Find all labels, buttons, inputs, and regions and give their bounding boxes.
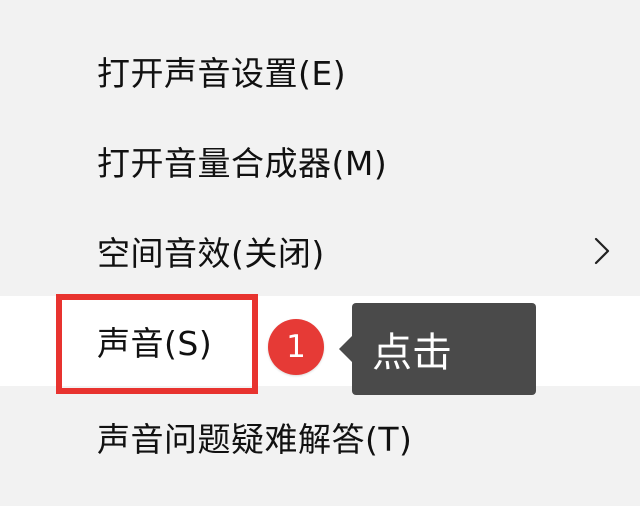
menu-item-open-sound-settings[interactable]: 打开声音设置(E): [0, 26, 640, 116]
menu-item-label: 空间音效(关闭): [97, 234, 325, 273]
menu-item-sound-troubleshoot[interactable]: 声音问题疑难解答(T): [0, 392, 640, 482]
chevron-right-icon: [594, 237, 610, 265]
tooltip-arrow: [339, 336, 352, 362]
step-badge: 1: [268, 319, 324, 375]
menu-item-label: 打开声音设置(E): [97, 54, 347, 93]
menu-item-label: 声音问题疑难解答(T): [97, 420, 413, 459]
menu-item-label: 打开音量合成器(M): [97, 144, 388, 183]
instruction-tooltip: 点击: [339, 303, 536, 395]
tooltip-text: 点击: [372, 330, 452, 376]
menu-item-open-volume-mixer[interactable]: 打开音量合成器(M): [0, 116, 640, 206]
highlight-box: [56, 294, 258, 394]
context-menu: 打开声音设置(E) 打开音量合成器(M) 空间音效(关闭) 声音(S) 声音问题…: [0, 0, 640, 506]
menu-item-spatial-sound[interactable]: 空间音效(关闭): [0, 206, 640, 296]
